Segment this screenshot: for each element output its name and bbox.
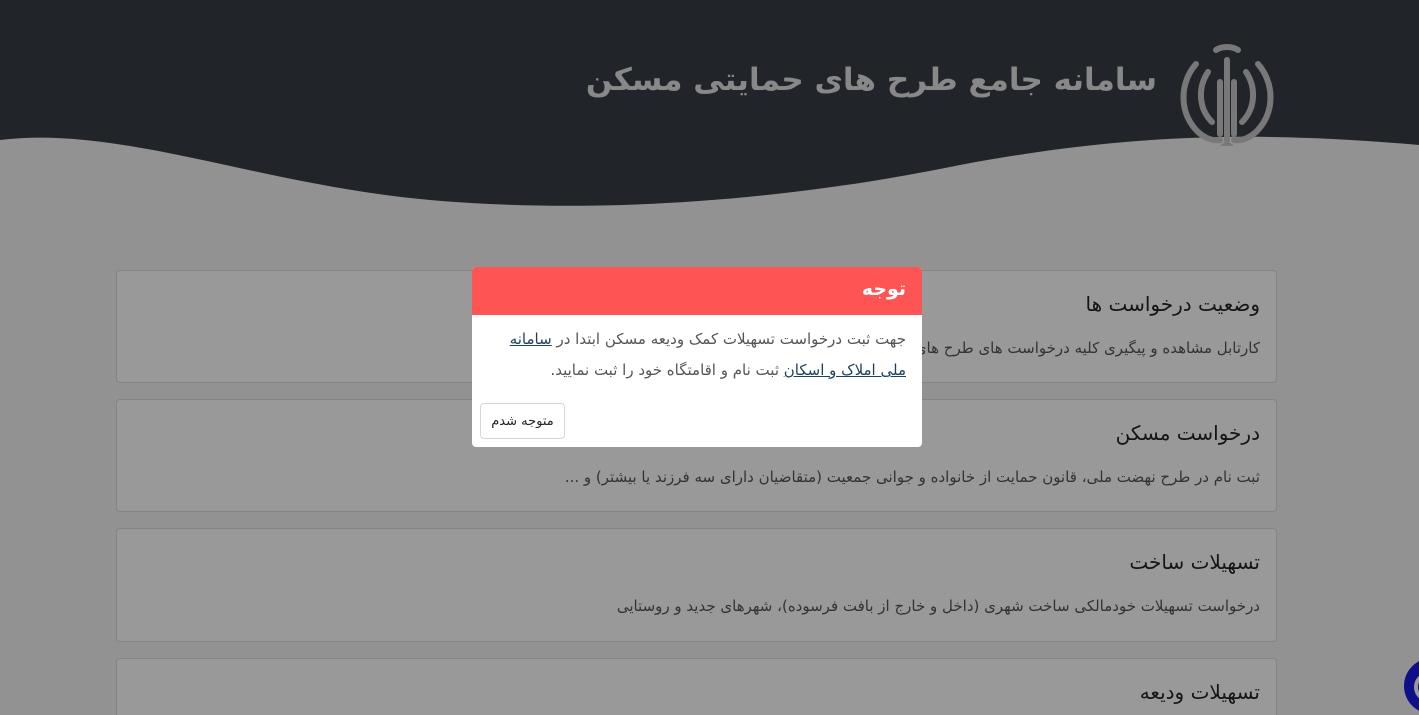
page: سامانه جامع طرح های حمایتی مسکن وضعیت در…: [0, 0, 1419, 715]
notice-modal: توجه جهت ثبت درخواست تسهیلات کمک ودیعه م…: [472, 267, 922, 447]
modal-message-end: ثبت نام و اقامتگاه خود را ثبت نمایید.: [550, 361, 784, 379]
modal-message-start: جهت ثبت درخواست تسهیلات کمک ودیعه مسکن ا…: [551, 330, 906, 348]
acknowledge-button[interactable]: متوجه شدم: [480, 403, 565, 439]
modal-header: توجه: [472, 267, 922, 315]
modal-title: توجه: [861, 278, 906, 300]
modal-message: جهت ثبت درخواست تسهیلات کمک ودیعه مسکن ا…: [482, 324, 906, 386]
